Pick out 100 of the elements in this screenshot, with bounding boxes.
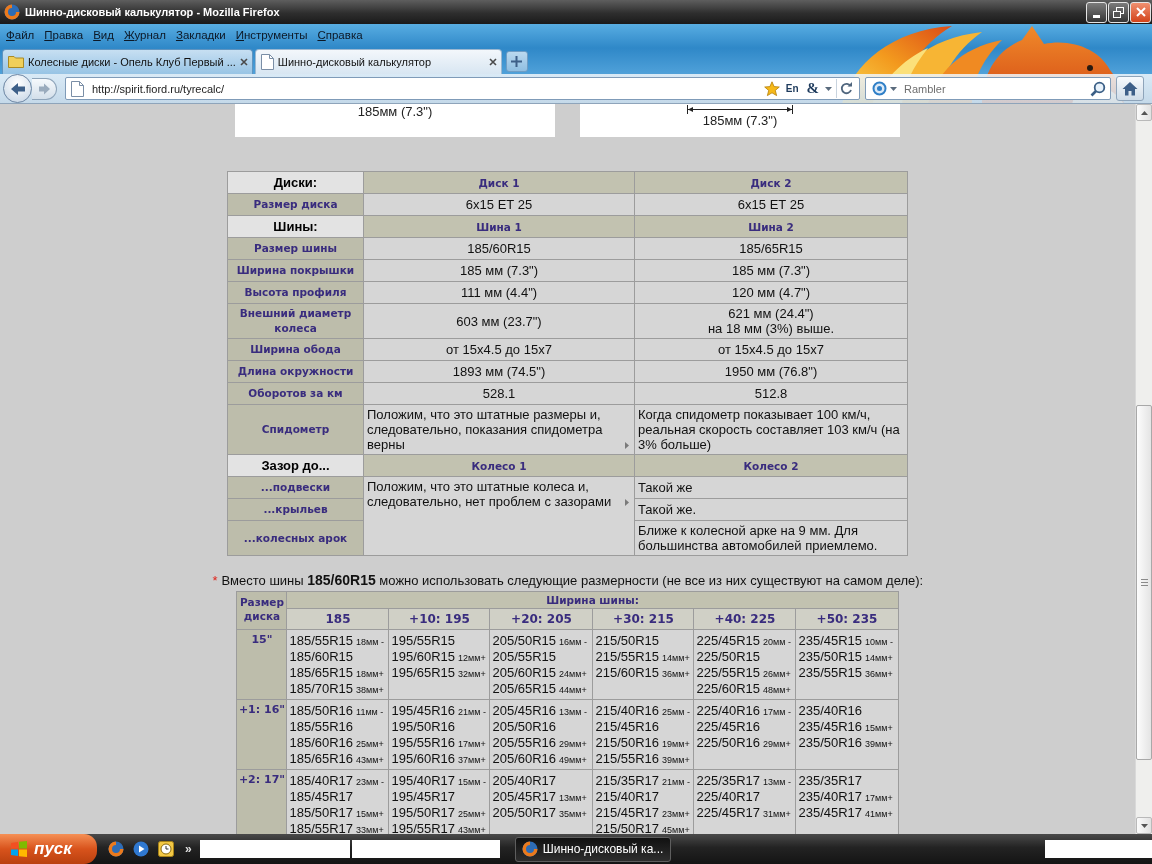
size-difference: 29мм+: [559, 739, 587, 749]
size-difference: 20мм -: [763, 637, 791, 647]
home-button[interactable]: [1116, 76, 1144, 101]
back-button[interactable]: [3, 74, 32, 103]
tire-size: 215/50R16: [595, 735, 660, 750]
size-difference: 17мм+: [865, 793, 893, 803]
browser-tab[interactable]: Колесные диски - Опель Клуб Первый ...: [2, 49, 253, 74]
size-difference: 17мм+: [458, 739, 486, 749]
size-difference: 18мм+: [356, 669, 384, 679]
caret-icon[interactable]: [825, 86, 832, 91]
search-icon[interactable]: [1090, 80, 1106, 97]
table-cell: 185/65R15: [634, 237, 908, 260]
table-cell: 185 мм (7.3"): [363, 259, 635, 282]
width-caption: 185мм (7.3"): [357, 105, 433, 119]
addon-label[interactable]: &: [804, 80, 821, 97]
table-cell: Когда спидометр показывает 100 км/ч, реальная скорость составляет 103 км/ч (на 3% больше): [634, 404, 908, 455]
table-cell: 603 мм (23.7"): [363, 303, 635, 339]
tire-size: 185/55R17: [289, 821, 354, 834]
url-input[interactable]: http://spirit.fiord.ru/tyrecalc/: [88, 80, 760, 97]
tire-size: 195/45R16: [391, 703, 456, 718]
menu-item[interactable]: Справка: [312, 24, 368, 46]
overflow-chevron[interactable]: »: [185, 842, 192, 856]
scroll-up-button[interactable]: [1136, 104, 1152, 121]
play-icon[interactable]: [133, 841, 149, 857]
browser-icon: [4, 4, 20, 20]
search-field[interactable]: Rambler: [865, 77, 1111, 100]
triangle-icon[interactable]: [625, 442, 629, 450]
cell-text: Положим, что это штатные колеса и, следовательно, нет проблем с зазорами: [367, 479, 613, 509]
tire-size: 225/35R17: [696, 773, 761, 788]
size-difference: 33мм+: [356, 825, 384, 834]
start-button[interactable]: пуск: [0, 834, 97, 864]
addon-label[interactable]: En: [783, 83, 801, 94]
table-cell: от 15x4.5 до 15x7: [363, 338, 635, 361]
tire-size: 205/40R17: [492, 773, 557, 788]
address-field[interactable]: http://spirit.fiord.ru/tyrecalc/ En &: [65, 77, 860, 100]
tire-size: 205/50R15: [492, 633, 557, 648]
table-cell: Ближе к колесной арке на 9 мм. Для большинства автомобилей приемлемо.: [634, 520, 908, 556]
tire-size: 235/35R17: [798, 773, 863, 788]
size-difference: 45мм+: [662, 825, 690, 834]
close-button[interactable]: [1130, 1, 1151, 23]
table-cell: 185/60R15: [363, 237, 635, 260]
menu-item[interactable]: Вид: [88, 24, 119, 46]
tire-size: 225/45R17: [696, 805, 761, 820]
star-icon[interactable]: [763, 80, 780, 97]
close-icon[interactable]: [488, 58, 497, 66]
scrollbar-track[interactable]: [1135, 104, 1152, 834]
tire-size: 225/55R15: [696, 665, 761, 680]
minimize-button[interactable]: [1086, 1, 1107, 23]
tire-size: 205/45R16: [492, 703, 557, 718]
clock-icon[interactable]: [158, 841, 174, 857]
triangle-icon[interactable]: [625, 499, 629, 507]
ring-icon[interactable]: [872, 81, 887, 96]
tire-size: 215/45R16: [595, 719, 660, 734]
browser-tab[interactable]: Шинно-дисковый калькулятор: [254, 49, 502, 74]
page-icon: [71, 80, 84, 97]
size-difference: 16мм -: [559, 637, 587, 647]
tire-size: 225/40R17: [696, 789, 761, 804]
column-header: Ширина шины:: [286, 591, 899, 609]
scrollbar-thumb[interactable]: [1136, 405, 1152, 760]
page-icon: [260, 54, 274, 70]
menu-item[interactable]: Закладки: [170, 24, 231, 46]
caret-icon[interactable]: [890, 86, 897, 91]
browser-icon[interactable]: [108, 841, 124, 857]
size-difference: 18мм -: [356, 637, 384, 647]
size-difference: 11мм -: [356, 707, 384, 717]
restore-button[interactable]: [1108, 1, 1129, 23]
size-difference: 15мм+: [865, 723, 893, 733]
cell-note: на 18 мм (3%) выше.: [706, 321, 836, 336]
size-difference: 15мм -: [458, 777, 486, 787]
width-caption: 185мм (7.3"): [702, 114, 778, 128]
size-difference: 31мм+: [763, 809, 791, 819]
menu-item[interactable]: Файл: [1, 24, 40, 46]
close-icon[interactable]: [239, 58, 248, 66]
column-header: Колесо 1: [363, 454, 635, 477]
menu-item[interactable]: Инструменты: [230, 24, 313, 46]
table-cell: 1950 мм (76.8"): [634, 360, 908, 383]
tire-size: 195/60R16: [391, 751, 456, 766]
tire-size: 195/55R16: [391, 735, 456, 750]
new-tab-button[interactable]: [505, 51, 528, 72]
search-input[interactable]: Rambler: [900, 80, 1087, 97]
taskbar-button[interactable]: Шинно-дисковый ка...: [514, 836, 671, 862]
menu-item[interactable]: Журнал: [118, 24, 171, 46]
size-difference: 13мм+: [559, 793, 587, 803]
folder-icon: [8, 56, 24, 68]
size-difference: 12мм+: [458, 653, 486, 663]
tire-size: 195/50R17: [391, 805, 456, 820]
tire-size: 205/55R15: [492, 649, 557, 664]
scroll-down-button[interactable]: [1136, 817, 1152, 834]
size-difference: 13мм -: [559, 707, 587, 717]
cell-text: Положим, что это штатные размеры и, следовательно, показания спидометра верны: [367, 407, 604, 452]
row-label: Высота профиля: [227, 281, 364, 304]
menu-item[interactable]: Правка: [39, 24, 89, 46]
row-label: Внешний диаметр колеса: [227, 303, 364, 339]
back-arrow-icon: [9, 81, 26, 96]
table-cell: 1893 мм (74.5"): [363, 360, 635, 383]
row-label: 15": [236, 629, 287, 700]
tire-size: 195/55R17: [391, 821, 456, 834]
table-cell: 512.8: [634, 382, 908, 405]
tire-size: 185/60R15: [289, 649, 354, 664]
row-label: ...крыльев: [227, 498, 364, 521]
